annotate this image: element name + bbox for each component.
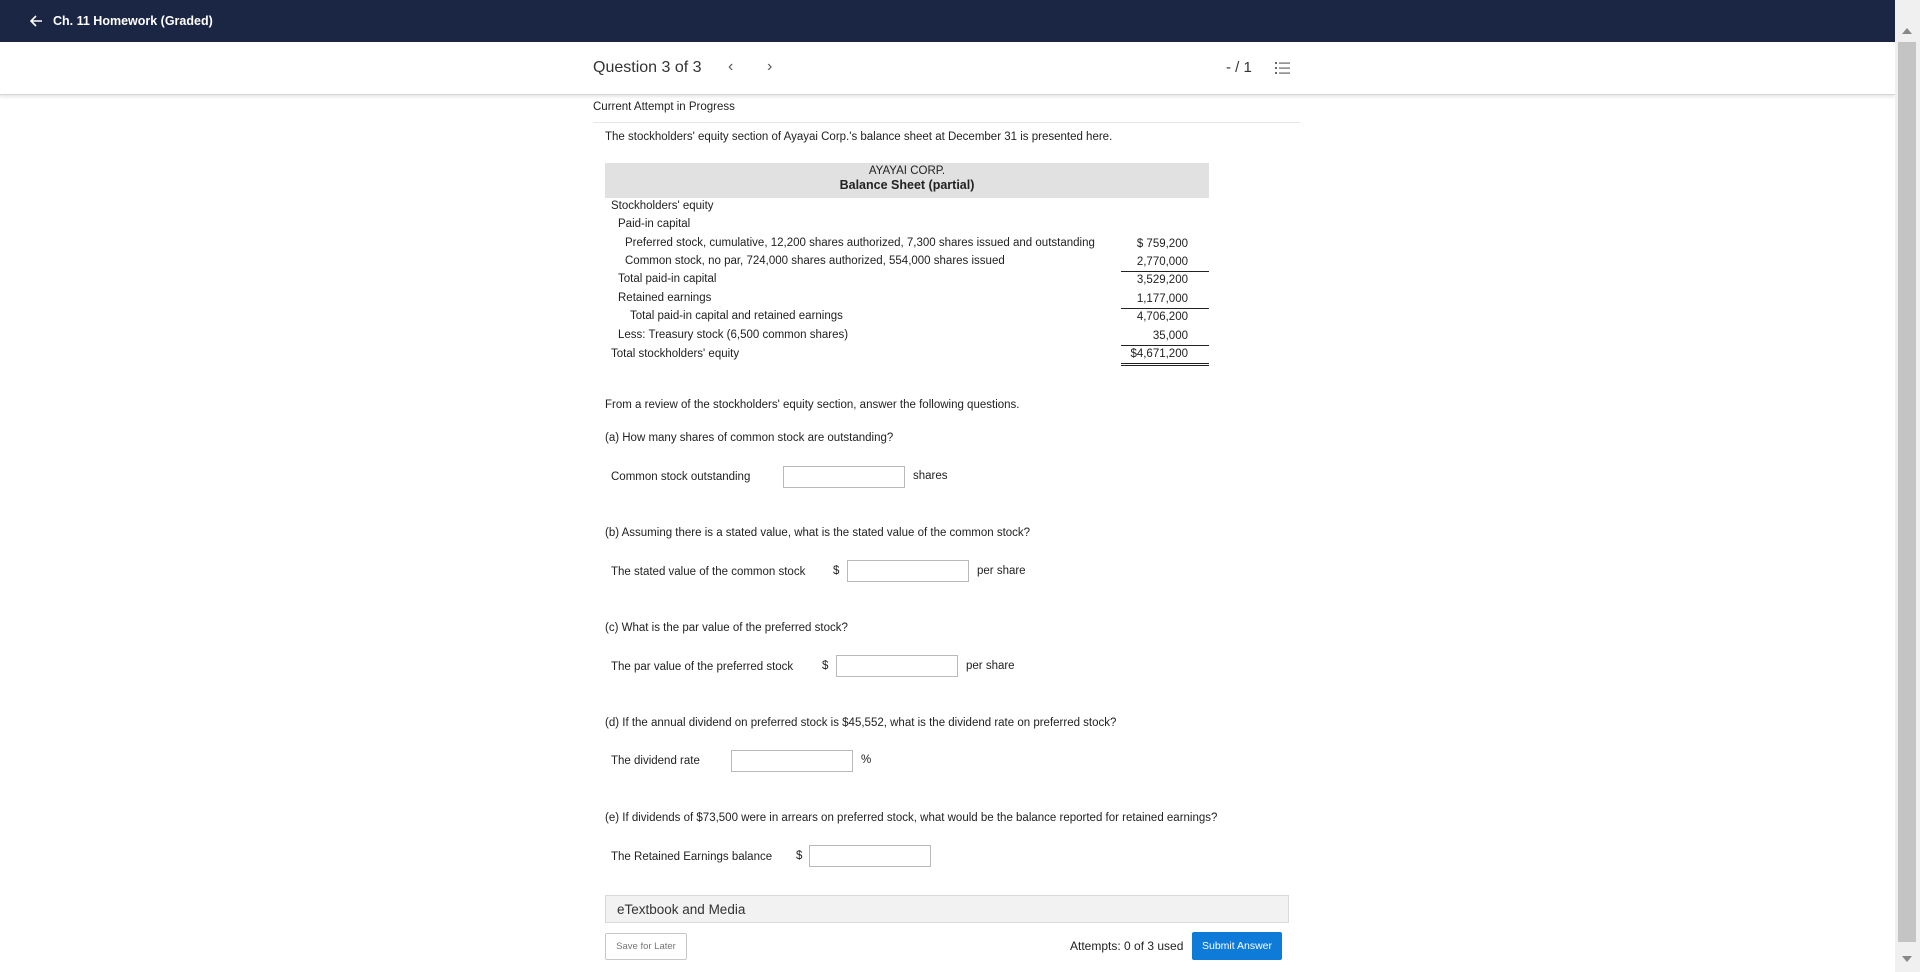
bs-row-label: Stockholders' equity <box>611 200 714 212</box>
dollar-sign: $ <box>822 660 829 672</box>
top-bar: Ch. 11 Homework (Graded) <box>0 0 1895 42</box>
bs-amount: 4,706,200 <box>1136 311 1188 323</box>
bs-amount: 2,770,000 <box>1121 253 1209 272</box>
question-e-text: (e) If dividends of $73,500 were in arre… <box>605 812 1218 824</box>
bs-row-label: Less: Treasury stock (6,500 common share… <box>618 329 849 341</box>
question-d-unit: % <box>861 754 872 766</box>
dividend-rate-input[interactable] <box>731 750 853 772</box>
stated-value-input[interactable] <box>847 560 969 582</box>
arrow-left-icon <box>30 15 42 27</box>
scroll-up-icon[interactable] <box>1902 28 1912 34</box>
attempts-counter: Attempts: 0 of 3 used <box>1070 939 1184 953</box>
question-score: - / 1 <box>1226 59 1252 76</box>
bs-row-label: Retained earnings <box>618 292 712 304</box>
dollar-sign: $ <box>833 565 840 577</box>
review-text: From a review of the stockholders' equit… <box>605 399 1020 411</box>
question-c-label: The par value of the preferred stock <box>611 661 794 673</box>
next-question-button[interactable]: › <box>767 58 772 76</box>
bs-amount: $ 759,200 <box>1136 238 1188 250</box>
bs-row-label: Total paid-in capital <box>618 273 717 285</box>
back-button[interactable]: Ch. 11 Homework (Graded) <box>30 14 213 28</box>
bs-row-label: Common stock, no par, 724,000 shares aut… <box>625 255 1005 267</box>
question-c-unit: per share <box>966 660 1015 672</box>
common-stock-outstanding-input[interactable] <box>783 466 905 488</box>
scroll-down-icon[interactable] <box>1902 956 1912 962</box>
bs-row-label: Preferred stock, cumulative, 12,200 shar… <box>625 237 1095 249</box>
question-c-text: (c) What is the par value of the preferr… <box>605 622 848 634</box>
dollar-sign: $ <box>796 850 803 862</box>
question-b-unit: per share <box>977 565 1026 577</box>
etextbook-media-panel[interactable]: eTextbook and Media <box>605 895 1289 923</box>
bs-row-label: Total stockholders' equity <box>611 348 740 360</box>
question-b-label: The stated value of the common stock <box>611 566 806 578</box>
balance-sheet-header: AYAYAI CORP. Balance Sheet (partial) <box>605 163 1209 198</box>
save-for-later-button[interactable]: Save for Later <box>605 933 687 960</box>
submit-answer-button[interactable]: Submit Answer <box>1192 932 1282 960</box>
prev-question-button[interactable]: ‹ <box>728 58 733 76</box>
question-d-text: (d) If the annual dividend on preferred … <box>605 717 1117 729</box>
bs-amount: 3,529,200 <box>1136 274 1188 286</box>
bs-amount: $4,671,200 <box>1121 345 1209 366</box>
question-d-label: The dividend rate <box>611 755 700 767</box>
bs-amount: 35,000 <box>1121 327 1209 346</box>
assignment-title: Ch. 11 Homework (Graded) <box>53 14 213 28</box>
numbered-list-icon[interactable] <box>1275 61 1291 80</box>
question-intro: The stockholders' equity section of Ayay… <box>605 131 1113 143</box>
question-e-label: The Retained Earnings balance <box>611 851 773 863</box>
statement-title: Balance Sheet (partial) <box>839 178 975 192</box>
bs-row-label: Total paid-in capital and retained earni… <box>630 310 843 322</box>
bs-amount: 1,177,000 <box>1121 290 1209 309</box>
question-b-text: (b) Assuming there is a stated value, wh… <box>605 527 1031 539</box>
attempt-heading: Current Attempt in Progress <box>593 101 1300 123</box>
bs-row-label: Paid-in capital <box>618 218 691 230</box>
question-label: Question 3 of 3 <box>593 59 702 76</box>
retained-earnings-input[interactable] <box>809 845 931 867</box>
page-scrollbar[interactable] <box>1895 0 1920 972</box>
company-name: AYAYAI CORP. <box>868 165 946 177</box>
question-a-text: (a) How many shares of common stock are … <box>605 432 894 444</box>
par-value-input[interactable] <box>836 655 958 677</box>
question-a-label: Common stock outstanding <box>611 471 751 483</box>
question-header: Question 3 of 3 ‹ › - / 1 <box>0 42 1895 95</box>
scrollbar-thumb[interactable] <box>1898 42 1916 942</box>
question-a-unit: shares <box>913 470 948 482</box>
